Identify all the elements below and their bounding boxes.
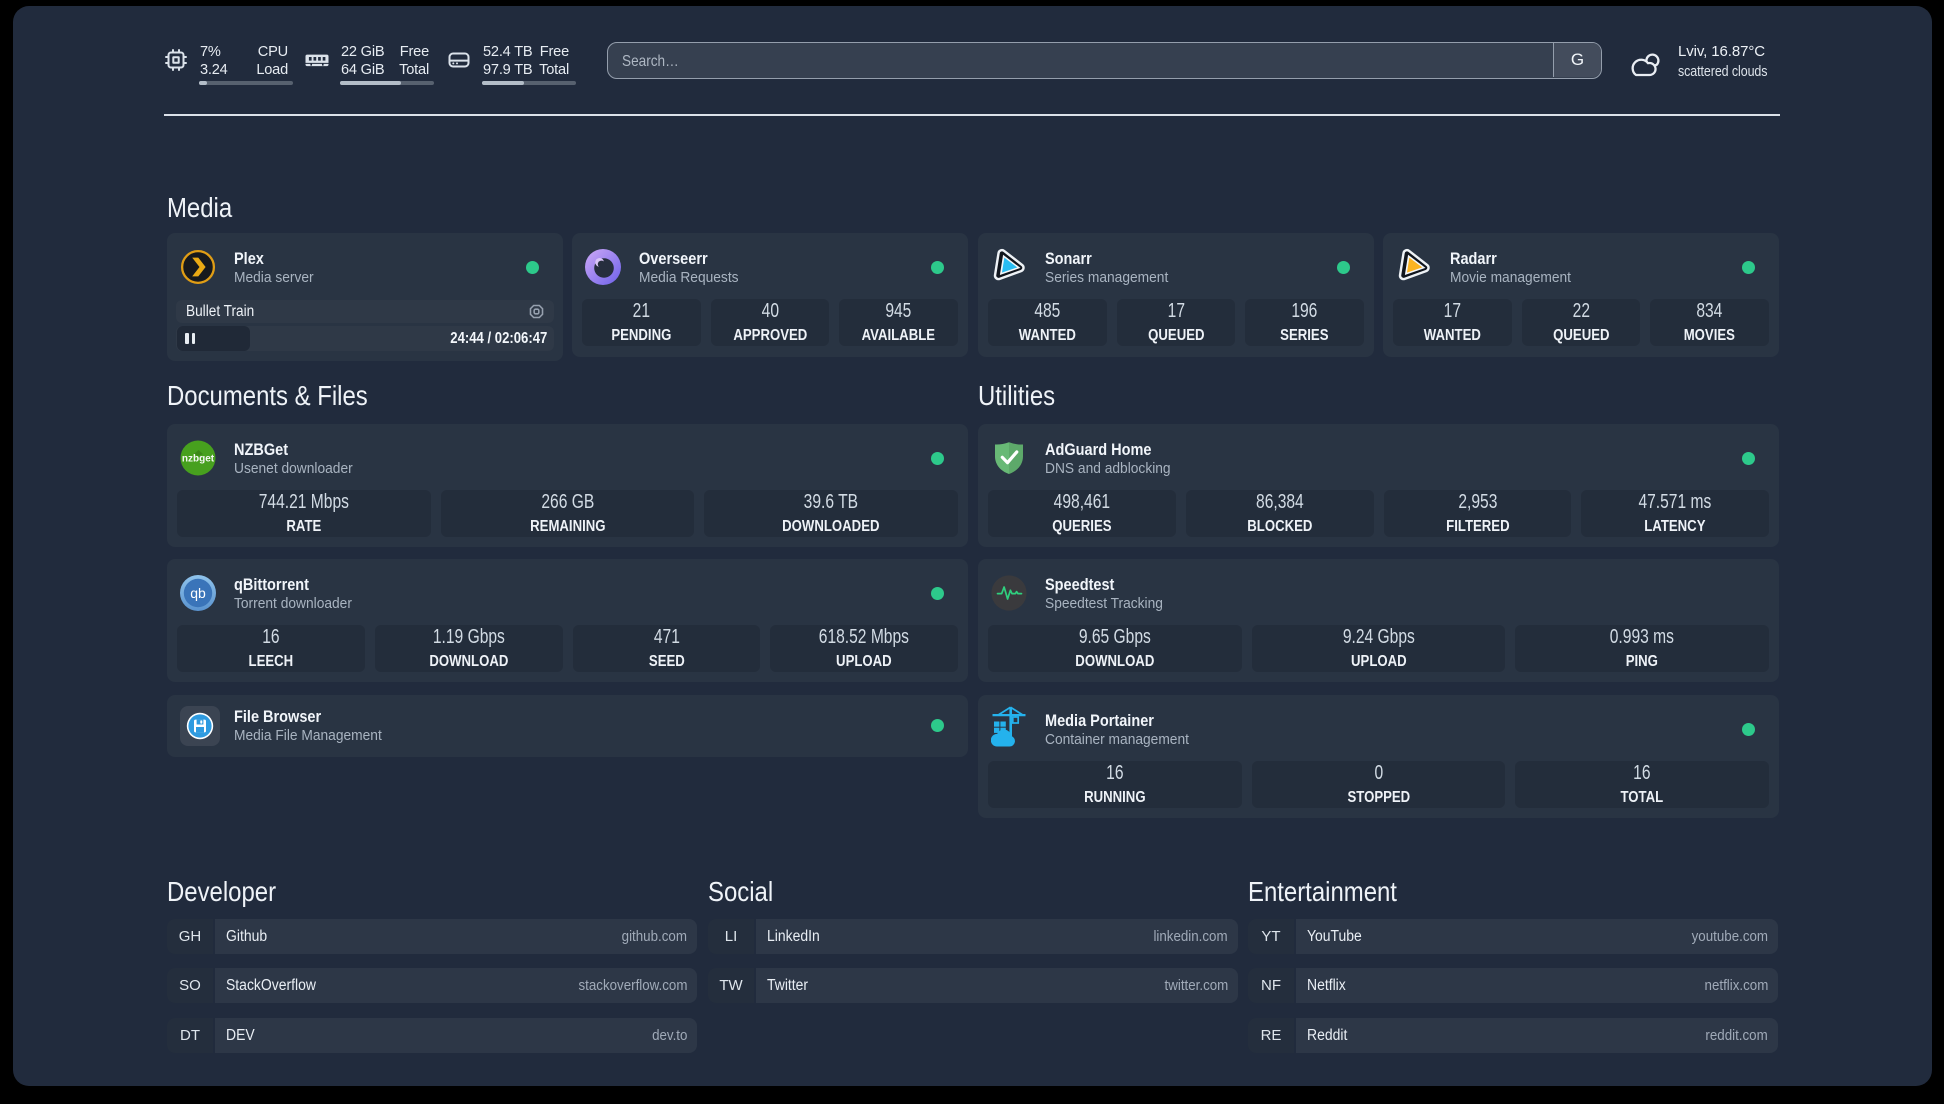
- svg-text:nzbget: nzbget: [182, 454, 215, 465]
- svg-text:qb: qb: [190, 585, 206, 601]
